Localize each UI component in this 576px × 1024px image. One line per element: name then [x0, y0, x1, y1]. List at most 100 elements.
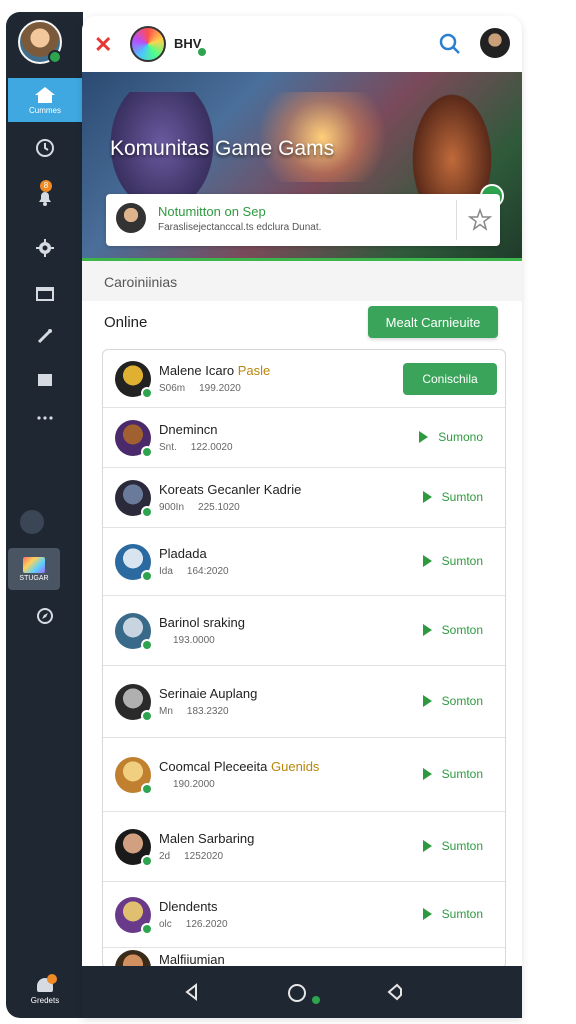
- player-avatar: [115, 613, 153, 651]
- rail-item-history[interactable]: [6, 134, 83, 162]
- player-row[interactable]: Dnemincn Snt. 122.0020 Sumono: [103, 408, 505, 468]
- screen: Cummes 8 STUGAR Gredets ✕ BHV Komunitas …: [0, 0, 576, 1024]
- player-status-icon: [141, 387, 153, 399]
- play-icon: [422, 491, 432, 503]
- player-name-text: Koreats Gecanler Kadrie: [159, 482, 302, 497]
- search-icon[interactable]: [438, 32, 462, 56]
- player-meta-value: 164:2020: [186, 566, 229, 577]
- player-action-label: Sumton: [441, 490, 483, 504]
- player-action-label: Sumton: [441, 554, 483, 568]
- player-row[interactable]: Malene Icaro Pasle S06m 199.2020 Conischila: [103, 350, 505, 408]
- player-meta-label: Mn: [159, 706, 173, 717]
- notification-avatar: [116, 203, 146, 233]
- primary-action-button[interactable]: Mealt Carnieuite: [368, 306, 498, 338]
- home-circle-icon[interactable]: [288, 984, 306, 1002]
- play-icon: [419, 431, 429, 443]
- player-action-link[interactable]: Sumton: [422, 767, 483, 781]
- rail-item-store[interactable]: STUGAR: [8, 548, 60, 590]
- player-name: Coomcal Pleceeita Guenids: [159, 759, 319, 774]
- player-action-link[interactable]: Sumton: [422, 839, 483, 853]
- rail-item-gifts[interactable]: Gredets: [20, 974, 70, 1014]
- rail-status-circle[interactable]: [20, 510, 44, 534]
- play-icon: [422, 768, 432, 780]
- rail-store-label: STUGAR: [19, 574, 49, 582]
- player-status-icon: [141, 923, 153, 935]
- rail-item-more[interactable]: [6, 404, 83, 432]
- profile-avatar[interactable]: [18, 20, 62, 64]
- player-name-text: Barinol sraking: [159, 615, 245, 630]
- player-avatar: [115, 480, 153, 518]
- rail-item-library[interactable]: [6, 280, 83, 308]
- player-row[interactable]: Coomcal Pleceeita Guenids 190.2000 Sumton: [103, 738, 505, 812]
- player-name-text: Serinaie Auplang: [159, 686, 258, 701]
- rail-home-label: Cummes: [28, 105, 61, 115]
- player-row[interactable]: Barinol sraking 193.0000 Somton: [103, 596, 505, 666]
- player-status-icon: [141, 855, 153, 867]
- notification-badge: 8: [40, 180, 52, 192]
- rail-item-tools[interactable]: [6, 322, 83, 350]
- player-meta-value: 225.1020: [198, 502, 240, 513]
- player-action-label: Sumono: [438, 430, 483, 444]
- player-action-link[interactable]: Sumono: [419, 430, 483, 444]
- play-icon: [422, 840, 432, 852]
- player-meta: S06m 199.2020: [159, 383, 241, 394]
- player-meta-label: 900In: [159, 502, 185, 513]
- player-name: Malen Sarbaring: [159, 831, 254, 846]
- player-name: Malfiiumian: [159, 952, 225, 967]
- player-meta: 190.2000: [159, 779, 215, 790]
- section-title: Caroiniinias: [104, 274, 178, 290]
- player-status-icon: [141, 570, 153, 582]
- player-avatar: [115, 684, 153, 722]
- player-action-link[interactable]: Sumton: [422, 554, 483, 568]
- app-logo-icon: [130, 26, 166, 62]
- rail-item-home[interactable]: Cummes: [8, 78, 82, 122]
- player-row[interactable]: Malen Sarbaring 2d 1252020 Sumton: [103, 812, 505, 882]
- player-name: Serinaie Auplang: [159, 686, 257, 701]
- notification-card[interactable]: Notumitton on Sep Faraslisejectanccal.ts…: [106, 194, 500, 246]
- star-badge-icon[interactable]: [468, 208, 492, 232]
- player-name: Dlendents: [159, 899, 218, 914]
- player-action-link[interactable]: Somton: [422, 694, 483, 708]
- player-action-link[interactable]: Sumton: [422, 907, 483, 921]
- player-row[interactable]: Koreats Gecanler Kadrie 900In 225.1020 Sumt…: [103, 468, 505, 528]
- rail-item-settings[interactable]: [6, 234, 83, 262]
- back-icon[interactable]: [182, 982, 202, 1002]
- player-action-label: Somton: [441, 694, 483, 708]
- player-name-highlight: Guenids: [271, 759, 320, 774]
- player-name: Malene Icaro Pasle: [159, 363, 270, 378]
- player-meta: Mn 183.2320: [159, 706, 229, 717]
- player-meta-value: 122.0020: [190, 442, 233, 453]
- clock-icon: [35, 139, 54, 157]
- player-action-label: Sumton: [441, 839, 483, 853]
- close-icon[interactable]: ✕: [94, 32, 112, 58]
- player-avatar: [115, 829, 153, 867]
- user-avatar[interactable]: [480, 28, 510, 58]
- player-action-label: Somton: [441, 623, 483, 637]
- player-action-button[interactable]: Conischila: [403, 363, 497, 395]
- player-name-text: Coomcal Pleceeita: [159, 759, 271, 774]
- rail-item-explore[interactable]: [6, 602, 83, 630]
- play-icon: [422, 908, 432, 920]
- player-row[interactable]: Serinaie Auplang Mn 183.2320 Somton: [103, 666, 505, 738]
- player-row[interactable]: Pladada Ida 164:2020 Sumton: [103, 528, 505, 596]
- gift-bell-icon: [33, 974, 57, 994]
- player-name-text: Pladada: [159, 546, 207, 561]
- player-meta-label: S06m: [159, 383, 186, 394]
- player-row[interactable]: Dlendents olc 126.2020 Sumton: [103, 882, 505, 948]
- recent-apps-icon[interactable]: [384, 982, 404, 1002]
- player-name-text: Malene Icaro: [159, 363, 238, 378]
- player-action-link[interactable]: Somton: [422, 623, 483, 637]
- play-icon: [422, 624, 432, 636]
- player-avatar: [115, 757, 153, 795]
- player-meta: 193.0000: [159, 635, 215, 646]
- square-icon: [37, 374, 52, 386]
- player-avatar: [115, 420, 153, 458]
- player-meta: Snt. 122.0020: [159, 442, 233, 453]
- player-action-link[interactable]: Sumton: [422, 490, 483, 504]
- player-meta: 900In 225.1020: [159, 502, 240, 513]
- notification-divider: [456, 200, 457, 240]
- player-meta-label: olc: [159, 919, 172, 930]
- rail-item-media[interactable]: [6, 366, 83, 394]
- player-list: Malene Icaro Pasle S06m 199.2020 Conischila…: [102, 349, 506, 969]
- gear-icon: [35, 239, 54, 257]
